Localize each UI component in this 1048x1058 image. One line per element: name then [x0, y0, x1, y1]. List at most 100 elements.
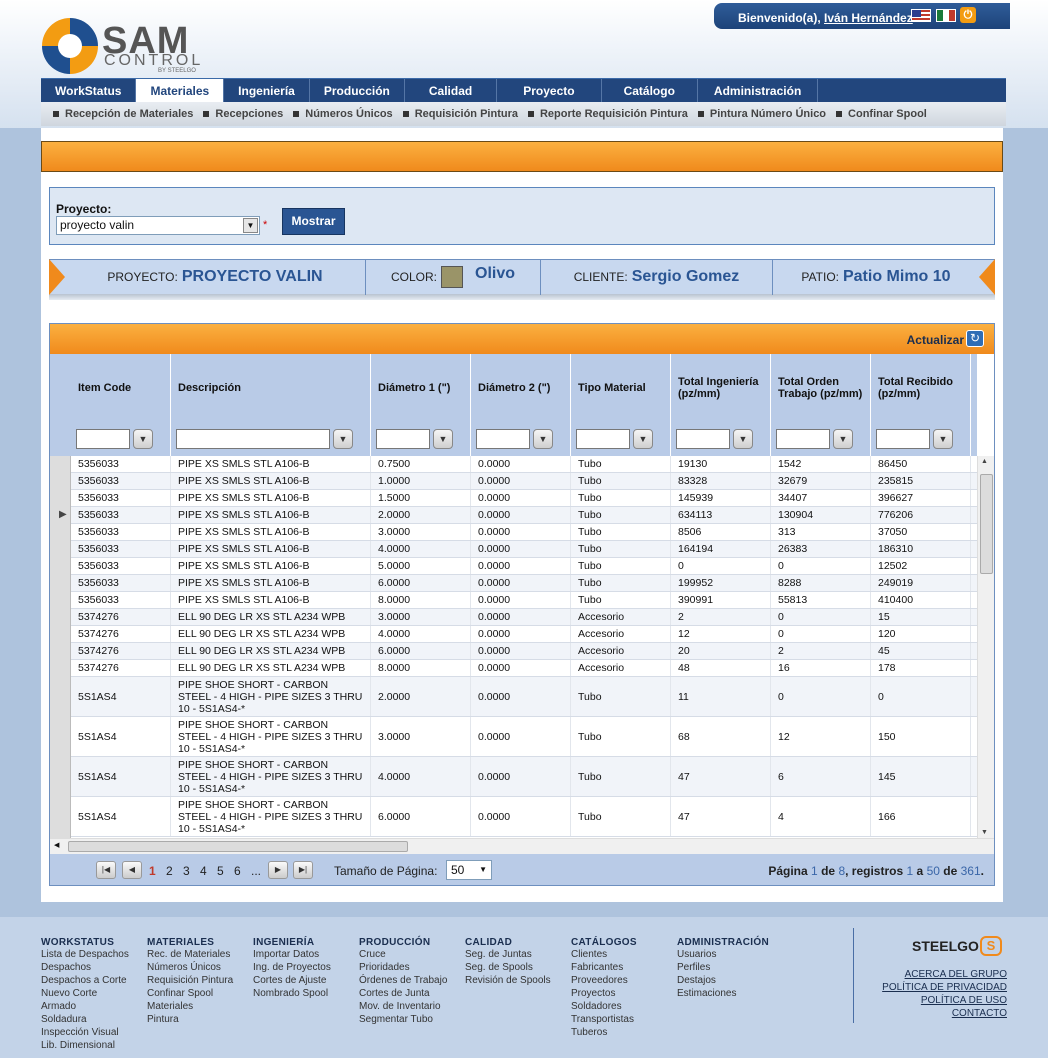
- table-row[interactable]: 5356033 PIPE XS SMLS STL A106-B 4.0000 0.00…: [71, 541, 977, 558]
- table-row[interactable]: 5356033 PIPE XS SMLS STL A106-B 8.0000 0.00…: [71, 592, 977, 609]
- footer-link[interactable]: Usuarios: [677, 948, 769, 961]
- us-flag-icon[interactable]: [911, 9, 931, 22]
- scroll-up-icon[interactable]: ▲: [981, 458, 988, 465]
- footer-link[interactable]: Segmentar Tubo: [359, 1013, 447, 1026]
- footer-link[interactable]: Seg. de Juntas: [465, 948, 551, 961]
- footer-link[interactable]: Destajos: [677, 974, 769, 987]
- column-filter-input[interactable]: [776, 429, 830, 449]
- footer-link[interactable]: Tuberos: [571, 1026, 637, 1039]
- column-filter-input[interactable]: [476, 429, 530, 449]
- footer-link[interactable]: Nombrado Spool: [253, 987, 331, 1000]
- nav-calidad[interactable]: Calidad: [405, 79, 498, 102]
- refresh-link[interactable]: Actualizar: [907, 333, 964, 347]
- column-header-diametro-2[interactable]: Diámetro 2 (") ▼: [471, 354, 571, 456]
- filter-icon[interactable]: ▼: [333, 429, 353, 449]
- column-filter-input[interactable]: [676, 429, 730, 449]
- table-row[interactable]: 5356033 PIPE XS SMLS STL A106-B 1.0000 0.00…: [71, 473, 977, 490]
- subnav-requisicion-pintura[interactable]: Requisición Pintura: [403, 108, 518, 120]
- column-header-total-orden-trabajo[interactable]: Total Orden Trabajo (pz/mm) ▼: [771, 354, 871, 456]
- footer-link[interactable]: Estimaciones: [677, 987, 769, 1000]
- filter-icon[interactable]: ▼: [433, 429, 453, 449]
- footer-link[interactable]: Perfiles: [677, 961, 769, 974]
- footer-link[interactable]: Soldadores: [571, 1000, 637, 1013]
- table-row[interactable]: 5374276 ELL 90 DEG LR XS STL A234 WPB 3.00…: [71, 609, 977, 626]
- footer-link[interactable]: Ing. de Proyectos: [253, 961, 331, 974]
- project-select[interactable]: proyecto valin ▼: [56, 216, 260, 235]
- footer-link[interactable]: Cortes de Junta: [359, 987, 447, 1000]
- horizontal-scroll-thumb[interactable]: [68, 841, 408, 852]
- nav-materiales[interactable]: Materiales: [136, 79, 225, 102]
- subnav-numeros-unicos[interactable]: Números Únicos: [293, 108, 392, 120]
- next-page-icon[interactable]: ▶: [268, 861, 288, 879]
- column-filter-input[interactable]: [576, 429, 630, 449]
- table-row[interactable]: 5356033 PIPE XS SMLS STL A106-B 6.0000 0.00…: [71, 575, 977, 592]
- footer-link[interactable]: Armado: [41, 1000, 129, 1013]
- logout-power-icon[interactable]: ⏻: [960, 7, 976, 23]
- subnav-pintura-numero-unico[interactable]: Pintura Número Único: [698, 108, 826, 120]
- table-row[interactable]: 5356033 PIPE XS SMLS STL A106-B 5.0000 0.00…: [71, 558, 977, 575]
- nav-ingenieria[interactable]: Ingeniería: [224, 79, 310, 102]
- subnav-confinar-spool[interactable]: Confinar Spool: [836, 108, 927, 120]
- subnav-reporte-requisicion[interactable]: Reporte Requisición Pintura: [528, 108, 688, 120]
- table-row[interactable]: 5356033 PIPE XS SMLS STL A106-B 1.5000 0.00…: [71, 490, 977, 507]
- footer-link[interactable]: Importar Datos: [253, 948, 331, 961]
- column-filter-input[interactable]: [876, 429, 930, 449]
- page-size-select[interactable]: 50 ▼: [446, 860, 492, 880]
- footer-link[interactable]: Lib. Dimensional: [41, 1039, 129, 1052]
- table-row[interactable]: 5S1AS4 PIPE SHOE SHORT - CARBON STEEL - 4…: [71, 717, 977, 757]
- table-row[interactable]: 5S1AS4 PIPE SHOE SHORT - CARBON STEEL - 4…: [71, 677, 977, 717]
- footer-link[interactable]: Fabricantes: [571, 961, 637, 974]
- footer-link[interactable]: Rec. de Materiales: [147, 948, 233, 961]
- footer-link[interactable]: Órdenes de Trabajo: [359, 974, 447, 987]
- column-header-item-code[interactable]: Item Code ▼: [71, 354, 171, 456]
- page-size-arrow-icon[interactable]: ▼: [479, 861, 487, 879]
- user-name-link[interactable]: Iván Hernández: [824, 11, 913, 25]
- footer-link[interactable]: Lista de Despachos: [41, 948, 129, 961]
- footer-link[interactable]: Revisión de Spools: [465, 974, 551, 987]
- nav-workstatus[interactable]: WorkStatus: [41, 79, 137, 102]
- page-link-2[interactable]: 2: [166, 864, 173, 878]
- column-filter-input[interactable]: [176, 429, 330, 449]
- column-header-total-ingenieria[interactable]: Total Ingeniería (pz/mm) ▼: [671, 354, 771, 456]
- column-filter-input[interactable]: [76, 429, 130, 449]
- column-header-descripcion[interactable]: Descripción ▼: [171, 354, 371, 456]
- footer-link[interactable]: Cortes de Ajuste: [253, 974, 331, 987]
- footer-link[interactable]: Requisición Pintura: [147, 974, 233, 987]
- footer-link[interactable]: Soldadura: [41, 1013, 129, 1026]
- filter-icon[interactable]: ▼: [933, 429, 953, 449]
- table-row[interactable]: 5356033 PIPE XS SMLS STL A106-B 2.0000 0.00…: [71, 507, 977, 524]
- footer-link[interactable]: Proveedores: [571, 974, 637, 987]
- filter-icon[interactable]: ▼: [833, 429, 853, 449]
- footer-link-about[interactable]: ACERCA DEL GRUPO: [882, 968, 1007, 981]
- table-row[interactable]: 5374276 ELL 90 DEG LR XS STL A234 WPB 6.00…: [71, 643, 977, 660]
- page-link-1[interactable]: 1: [149, 864, 156, 878]
- table-row[interactable]: 5374276 ELL 90 DEG LR XS STL A234 WPB 8.00…: [71, 660, 977, 677]
- footer-link[interactable]: Despachos a Corte: [41, 974, 129, 987]
- filter-icon[interactable]: ▼: [133, 429, 153, 449]
- filter-icon[interactable]: ▼: [733, 429, 753, 449]
- first-page-icon[interactable]: |◀: [96, 861, 116, 879]
- page-link-more[interactable]: ...: [251, 864, 261, 878]
- column-filter-input[interactable]: [376, 429, 430, 449]
- footer-link[interactable]: Nuevo Corte: [41, 987, 129, 1000]
- footer-link[interactable]: Materiales: [147, 1000, 233, 1013]
- scroll-down-icon[interactable]: ▼: [981, 829, 988, 836]
- vertical-scrollbar[interactable]: ▲ ▼: [977, 456, 994, 838]
- table-row[interactable]: 5374276 ELL 90 DEG LR XS STL A234 WPB 4.00…: [71, 626, 977, 643]
- table-row[interactable]: 5S1AS4 PIPE SHOE SHORT - CARBON STEEL - 4…: [71, 757, 977, 797]
- footer-link[interactable]: Números Únicos: [147, 961, 233, 974]
- nav-catalogo[interactable]: Catálogo: [602, 79, 698, 102]
- column-header-tipo-material[interactable]: Tipo Material ▼: [571, 354, 671, 456]
- show-button[interactable]: Mostrar: [282, 208, 345, 235]
- page-link-3[interactable]: 3: [183, 864, 190, 878]
- footer-link[interactable]: Despachos: [41, 961, 129, 974]
- footer-link[interactable]: Cruce: [359, 948, 447, 961]
- footer-link-contact[interactable]: CONTACTO: [882, 1007, 1007, 1020]
- table-row[interactable]: 5356033 PIPE XS SMLS STL A106-B 0.7500 0.00…: [71, 456, 977, 473]
- footer-link-privacy[interactable]: POLÍTICA DE PRIVACIDAD: [882, 981, 1007, 994]
- refresh-icon[interactable]: ↻: [966, 330, 984, 347]
- prev-page-icon[interactable]: ◀: [122, 861, 142, 879]
- subnav-recepcion-materiales[interactable]: Recepción de Materiales: [53, 108, 193, 120]
- nav-administracion[interactable]: Administración: [698, 79, 819, 102]
- nav-produccion[interactable]: Producción: [310, 79, 405, 102]
